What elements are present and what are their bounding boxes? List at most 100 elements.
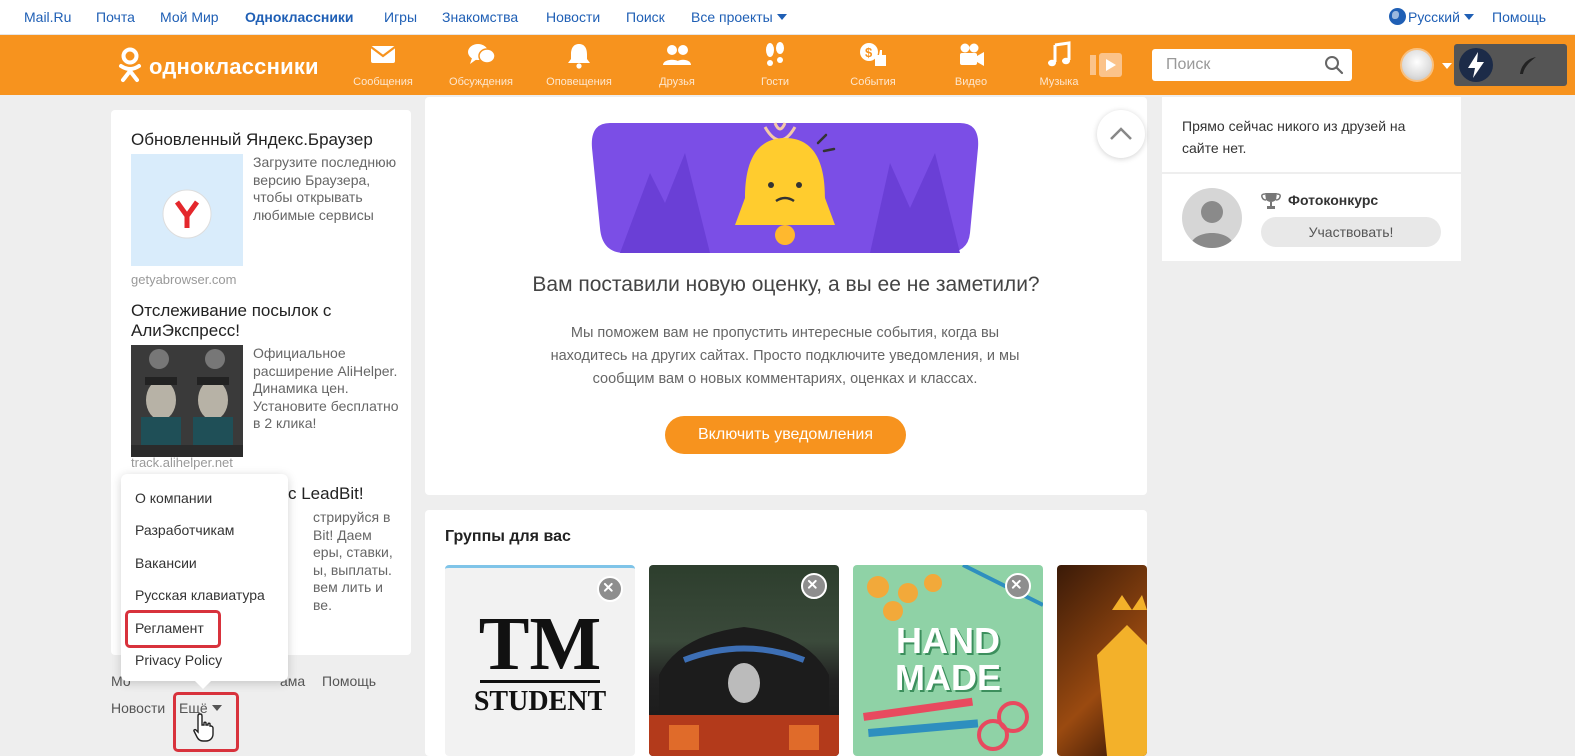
envelope-icon [370, 46, 396, 63]
nav-friends[interactable]: Друзья [637, 41, 717, 93]
participate-button[interactable]: Участвовать! [1261, 217, 1441, 247]
close-glyph [807, 579, 817, 589]
close-icon[interactable] [597, 576, 623, 602]
ad-yandex-image[interactable] [131, 154, 243, 266]
ad-leadbit-desc-line: Bit! Даем [313, 526, 372, 543]
nav-music[interactable]: Музыка [1019, 41, 1099, 93]
portal-topbar: Mail.Ru Почта Мой Мир Одноклассники Игры… [0, 0, 1575, 35]
close-icon[interactable] [801, 573, 827, 599]
portal-help-link[interactable]: Помощь [1492, 9, 1546, 25]
ok-header: одноклассники Сообщения Обсуждения Опове… [0, 35, 1575, 95]
portal-link-dating[interactable]: Знакомства [442, 9, 518, 25]
group-card[interactable]: HAND MADE [853, 565, 1043, 756]
ok-logo-icon [119, 47, 141, 82]
ok-logo[interactable]: одноклассники [118, 45, 319, 85]
portal-link-mailru[interactable]: Mail.Ru [24, 9, 71, 25]
close-glyph [1011, 579, 1021, 589]
ad-yandex-source[interactable]: getyabrowser.com [131, 272, 237, 287]
notification-title: Вам поставили новую оценку, а вы ее не з… [532, 273, 1040, 296]
user-avatar[interactable] [1400, 48, 1434, 82]
online-friends-text: Прямо сейчас никого из друзей на сайте н… [1182, 118, 1406, 156]
nav-discussions-label: Обсуждения [449, 76, 513, 88]
portal-link-search[interactable]: Поиск [626, 9, 665, 25]
feather-icon [1520, 57, 1536, 74]
chevron-down-icon[interactable] [1442, 63, 1452, 69]
group-card[interactable]: TM STUDENT [445, 565, 635, 756]
notification-promo-card: Вам поставили новую оценку, а вы ее не з… [425, 97, 1147, 495]
portal-link-mail[interactable]: Почта [96, 9, 135, 25]
nav-guests[interactable]: Гости [735, 41, 815, 93]
nav-guests-label: Гости [760, 76, 790, 88]
divider [480, 680, 600, 683]
menu-item-about[interactable]: О компании [135, 490, 212, 506]
footprints-icon [766, 42, 784, 66]
nav-video-label: Видео [954, 76, 988, 88]
portal-link-games[interactable]: Игры [384, 9, 417, 25]
chevron-up-icon [1110, 127, 1132, 140]
chevron-down-icon [1463, 14, 1474, 20]
menu-item-russian-keyboard[interactable]: Русская клавиатура [135, 587, 265, 603]
alihelper-promo-image [131, 345, 243, 445]
hand-cursor-icon [193, 713, 214, 742]
play-icon[interactable] [1090, 51, 1122, 79]
nav-discussions[interactable]: Обсуждения [441, 41, 521, 93]
more-dropdown-menu: О компании Разработчикам Вакансии Русска… [121, 474, 288, 689]
nav-friends-label: Друзья [659, 76, 695, 88]
menu-item-privacy-policy[interactable]: Privacy Policy [135, 652, 222, 668]
ad-leadbit-desc-line: ы, выплаты. [313, 561, 392, 578]
group-card-subtitle: STUDENT [473, 686, 607, 717]
ad-alihelper-image[interactable] [131, 345, 243, 457]
person-silhouette-icon [1190, 201, 1234, 248]
group-card[interactable] [649, 565, 839, 756]
group-card-title: TM [478, 602, 602, 686]
nav-notifications[interactable]: Оповещения [539, 41, 619, 93]
portal-link-myworld[interactable]: Мой Мир [160, 9, 219, 25]
nav-messages[interactable]: Сообщения [343, 41, 423, 93]
footer-link-help[interactable]: Помощь [322, 673, 376, 689]
ad-alihelper-source[interactable]: track.alihelper.net [131, 455, 233, 470]
nav-video[interactable]: Видео [931, 41, 1011, 93]
nav-notifications-label: Оповещения [546, 76, 612, 88]
groups-recommendations: Группы для вас TM STUDENT HAND MADE [425, 510, 1147, 756]
ad-yandex-desc: Загрузите последнюю версию Браузера, что… [253, 154, 397, 223]
close-icon[interactable] [1005, 573, 1031, 599]
language-selector[interactable]: Русский [1408, 9, 1474, 25]
footer-link-news[interactable]: Новости [111, 700, 165, 716]
search-icon[interactable] [1324, 55, 1344, 75]
group-card-image [1097, 595, 1147, 756]
yandex-browser-icon [162, 189, 212, 239]
photo-contest-title[interactable]: Фотоконкурс [1288, 192, 1378, 208]
nav-events[interactable]: $ События [833, 41, 913, 93]
enable-notifications-button[interactable]: Включить уведомления [665, 416, 906, 454]
photo-contest-card: Фотоконкурс Участвовать! [1162, 173, 1461, 261]
ad-leadbit-desc: стрируйся в Bit! Даем еры, ставки, ы, вы… [313, 509, 403, 614]
video-camera-icon [960, 43, 984, 66]
svg-text:$: $ [865, 45, 873, 60]
group-card-subtitle: MADE [895, 657, 1001, 698]
ad-leadbit-desc-line: стрируйся в [313, 509, 391, 525]
all-projects-label: Все проекты [691, 9, 773, 25]
ok-logo-text: одноклассники [149, 54, 319, 79]
globe-icon [1389, 8, 1406, 25]
all-projects-dropdown[interactable]: Все проекты [691, 9, 787, 25]
ad-alihelper-title[interactable]: Отслеживание посылок с АлиЭкспресс! [131, 301, 381, 341]
group-card[interactable] [1057, 565, 1147, 756]
ad-leadbit-desc-line: вем лить и [313, 579, 383, 595]
chat-bubbles-icon [468, 44, 496, 64]
scroll-up-button[interactable] [1097, 110, 1145, 158]
menu-item-jobs[interactable]: Вакансии [135, 555, 197, 571]
nav-events-label: События [850, 76, 896, 88]
ad-leadbit-desc-line: ве. [313, 596, 332, 613]
contest-avatar[interactable] [1182, 188, 1242, 248]
notification-text: Мы поможем вам не пропустить интересные … [550, 325, 1020, 387]
nav-messages-label: Сообщения [353, 76, 413, 88]
ad-alihelper-desc: Официальное расширение AliHelper. Динами… [253, 345, 399, 431]
portal-link-news[interactable]: Новости [546, 9, 600, 25]
menu-item-developers[interactable]: Разработчикам [135, 522, 234, 538]
chevron-down-icon [776, 14, 787, 20]
portal-link-odnoklassniki[interactable]: Одноклассники [245, 9, 354, 25]
people-icon [663, 45, 691, 65]
search-input[interactable] [1152, 49, 1322, 81]
ad-yandex-title[interactable]: Обновленный Яндекс.Браузер [131, 130, 373, 150]
ad-leadbit-title[interactable]: с LeadBit! [288, 484, 364, 504]
